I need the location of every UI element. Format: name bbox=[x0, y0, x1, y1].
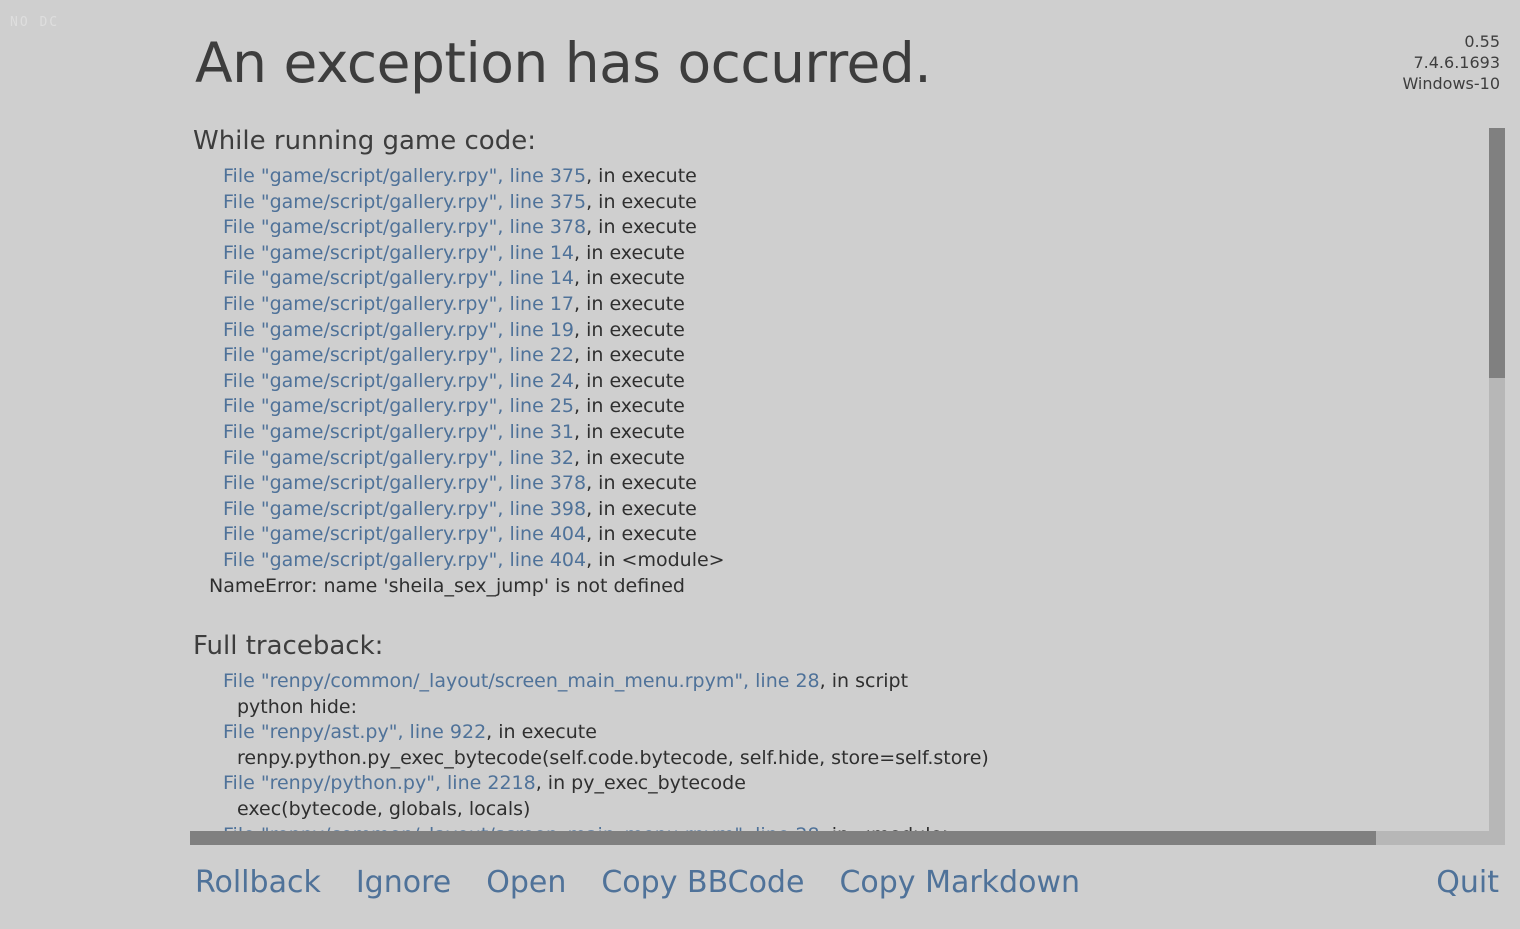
traceback-text-line: exec(bytecode, globals, locals) bbox=[190, 797, 1475, 823]
traceback-file-link[interactable]: File "game/script/gallery.rpy", line 32 bbox=[223, 447, 574, 469]
open-button[interactable]: Open bbox=[486, 863, 566, 903]
button-bar-right-group: Quit bbox=[1436, 863, 1499, 903]
traceback-file-line[interactable]: File "renpy/common/_layout/screen_main_m… bbox=[190, 669, 1475, 695]
watermark-label: NO DC bbox=[10, 15, 60, 30]
traceback-line-text: , in execute bbox=[586, 523, 697, 546]
traceback-line-text: , in execute bbox=[586, 165, 697, 187]
traceback-file-line[interactable]: File "game/script/gallery.rpy", line 398… bbox=[190, 497, 1475, 523]
traceback-file-line[interactable]: File "game/script/gallery.rpy", line 32,… bbox=[190, 446, 1475, 472]
button-bar-left-group: Rollback Ignore Open Copy BBCode Copy Markdo… bbox=[195, 863, 1080, 903]
traceback-line-text: , in execute bbox=[574, 446, 685, 469]
traceback-file-link[interactable]: File "game/script/gallery.rpy", line 375 bbox=[223, 165, 586, 187]
traceback-file-link[interactable]: File "game/script/gallery.rpy", line 31 bbox=[223, 421, 574, 443]
copy-bbcode-button[interactable]: Copy BBCode bbox=[601, 863, 804, 903]
traceback-line-text: , in execute bbox=[486, 721, 597, 744]
traceback-file-link[interactable]: File "game/script/gallery.rpy", line 19 bbox=[223, 319, 574, 341]
traceback-text-line: renpy.python.py_exec_bytecode(self.code.… bbox=[190, 746, 1475, 772]
traceback-file-line[interactable]: File "game/script/gallery.rpy", line 22,… bbox=[190, 343, 1475, 369]
traceback-file-line[interactable]: File "game/script/gallery.rpy", line 404… bbox=[190, 548, 1475, 574]
traceback-text-line: python hide: bbox=[190, 695, 1475, 721]
traceback-line-text: , in execute bbox=[586, 472, 697, 495]
traceback-file-line[interactable]: File "game/script/gallery.rpy", line 19,… bbox=[190, 318, 1475, 344]
horizontal-scrollbar[interactable] bbox=[190, 831, 1489, 845]
traceback-line-text: , in execute bbox=[574, 267, 685, 290]
traceback-file-link[interactable]: File "game/script/gallery.rpy", line 22 bbox=[223, 344, 574, 366]
traceback-line-text: , in <module> bbox=[586, 548, 725, 571]
traceback-file-line[interactable]: File "game/script/gallery.rpy", line 24,… bbox=[190, 369, 1475, 395]
traceback-viewport: While running game code: File "game/scrip… bbox=[190, 124, 1475, 836]
traceback-file-link[interactable]: File "game/script/gallery.rpy", line 17 bbox=[223, 293, 574, 315]
traceback-file-link[interactable]: File "game/script/gallery.rpy", line 375 bbox=[223, 191, 586, 213]
traceback-text-line: NameError: name 'sheila_sex_jump' is not… bbox=[190, 574, 1475, 600]
traceback-file-line[interactable]: File "game/script/gallery.rpy", line 25,… bbox=[190, 394, 1475, 420]
traceback-file-line[interactable]: File "game/script/gallery.rpy", line 14,… bbox=[190, 241, 1475, 267]
traceback-line-text: , in execute bbox=[586, 497, 697, 520]
traceback-line-text: , in execute bbox=[586, 216, 697, 239]
page-title: An exception has occurred. bbox=[195, 31, 932, 95]
traceback-line-text: , in execute bbox=[574, 292, 685, 315]
traceback-content: While running game code: File "game/scrip… bbox=[190, 124, 1475, 836]
traceback-file-line[interactable]: File "renpy/ast.py", line 922, in execut… bbox=[190, 720, 1475, 746]
traceback-line-text: , in script bbox=[819, 670, 909, 693]
engine-version: 7.4.6.1693 bbox=[1413, 53, 1500, 72]
traceback-file-link[interactable]: File "game/script/gallery.rpy", line 378 bbox=[223, 472, 586, 494]
traceback-file-line[interactable]: File "game/script/gallery.rpy", line 375… bbox=[190, 164, 1475, 190]
traceback-line-text: , in execute bbox=[574, 241, 685, 264]
scrollbar-corner bbox=[1489, 831, 1505, 845]
traceback-file-line[interactable]: File "game/script/gallery.rpy", line 31,… bbox=[190, 420, 1475, 446]
traceback-file-link[interactable]: File "renpy/common/_layout/screen_main_m… bbox=[223, 670, 820, 692]
traceback-line-text: , in execute bbox=[574, 318, 685, 341]
copy-markdown-button[interactable]: Copy Markdown bbox=[839, 863, 1080, 903]
vertical-scrollbar-thumb[interactable] bbox=[1489, 128, 1505, 378]
traceback-line-text: , in execute bbox=[574, 344, 685, 367]
horizontal-scrollbar-thumb[interactable] bbox=[190, 831, 1376, 845]
traceback-file-link[interactable]: File "renpy/ast.py", line 922 bbox=[223, 721, 486, 743]
traceback-line-text: NameError: name 'sheila_sex_jump' is not… bbox=[209, 574, 685, 597]
traceback-line-text: , in execute bbox=[574, 369, 685, 392]
traceback-line-text: , in execute bbox=[574, 395, 685, 418]
quit-button[interactable]: Quit bbox=[1436, 863, 1499, 903]
traceback-file-link[interactable]: File "game/script/gallery.rpy", line 24 bbox=[223, 370, 574, 392]
ignore-button[interactable]: Ignore bbox=[356, 863, 451, 903]
traceback-file-link[interactable]: File "game/script/gallery.rpy", line 404 bbox=[223, 523, 586, 545]
button-bar: Rollback Ignore Open Copy BBCode Copy Markdo… bbox=[0, 845, 1520, 929]
traceback-line-text: exec(bytecode, globals, locals) bbox=[237, 798, 531, 821]
traceback-file-line[interactable]: File "game/script/gallery.rpy", line 375… bbox=[190, 190, 1475, 216]
traceback-file-link[interactable]: File "game/script/gallery.rpy", line 398 bbox=[223, 498, 586, 520]
traceback-file-link[interactable]: File "game/script/gallery.rpy", line 378 bbox=[223, 216, 586, 238]
game-version: 0.55 bbox=[1464, 32, 1500, 51]
traceback-file-line[interactable]: File "game/script/gallery.rpy", line 378… bbox=[190, 471, 1475, 497]
traceback-file-line[interactable]: File "renpy/python.py", line 2218, in py… bbox=[190, 771, 1475, 797]
traceback-file-link[interactable]: File "game/script/gallery.rpy", line 25 bbox=[223, 395, 574, 417]
section-heading: While running game code: bbox=[193, 126, 536, 156]
traceback-file-link[interactable]: File "game/script/gallery.rpy", line 14 bbox=[223, 242, 574, 264]
traceback-line-text: , in execute bbox=[574, 420, 685, 443]
traceback-line-text: , in execute bbox=[586, 190, 697, 213]
traceback-file-line[interactable]: File "game/script/gallery.rpy", line 404… bbox=[190, 522, 1475, 548]
rollback-button[interactable]: Rollback bbox=[195, 863, 321, 903]
traceback-file-link[interactable]: File "game/script/gallery.rpy", line 14 bbox=[223, 267, 574, 289]
traceback-line-text: python hide: bbox=[237, 695, 357, 718]
platform-name: Windows-10 bbox=[1402, 74, 1500, 93]
vertical-scrollbar[interactable] bbox=[1489, 128, 1505, 836]
traceback-file-line[interactable]: File "game/script/gallery.rpy", line 378… bbox=[190, 215, 1475, 241]
traceback-file-link[interactable]: File "renpy/python.py", line 2218 bbox=[223, 772, 536, 794]
traceback-file-line[interactable]: File "game/script/gallery.rpy", line 17,… bbox=[190, 292, 1475, 318]
traceback-line-text: renpy.python.py_exec_bytecode(self.code.… bbox=[237, 746, 989, 769]
section-heading: Full traceback: bbox=[193, 631, 384, 662]
version-info: 0.55 7.4.6.1693 Windows-10 bbox=[1402, 31, 1500, 94]
traceback-file-line[interactable]: File "game/script/gallery.rpy", line 14,… bbox=[190, 266, 1475, 292]
traceback-line-text: , in py_exec_bytecode bbox=[535, 772, 746, 795]
traceback-file-link[interactable]: File "game/script/gallery.rpy", line 404 bbox=[223, 549, 586, 571]
